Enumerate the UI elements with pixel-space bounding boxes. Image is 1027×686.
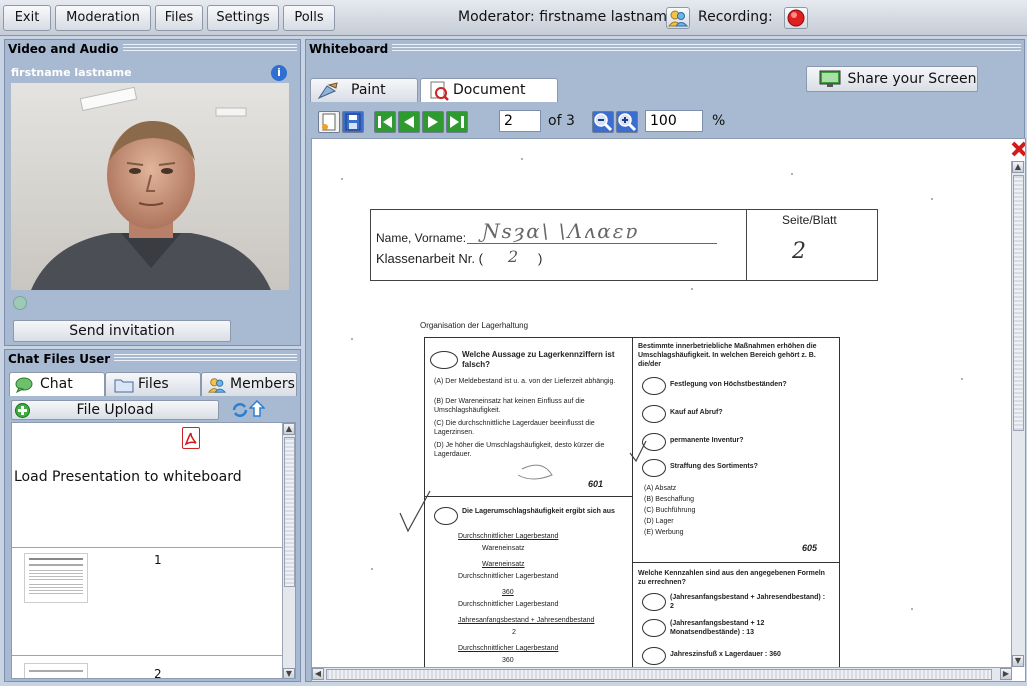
paint-icon — [317, 82, 338, 100]
monitor-icon — [819, 70, 841, 87]
tab-paint[interactable]: Paint — [310, 78, 418, 102]
zoom-out-icon[interactable] — [592, 111, 614, 133]
thumbnail-number: 1 — [154, 553, 162, 567]
chat-panel-title: Chat Files User — [8, 352, 115, 366]
zoom-unit-label: % — [712, 113, 726, 129]
send-invitation-button[interactable]: Send invitation — [13, 320, 231, 342]
slide-thumbnail[interactable] — [24, 663, 88, 678]
tab-chat[interactable]: Chat — [9, 372, 105, 396]
chat-files-user-panel: Chat Files User Chat Files Members File … — [4, 349, 301, 682]
first-page-icon[interactable] — [374, 111, 396, 133]
settings-button[interactable]: Settings — [207, 5, 279, 31]
users-icon[interactable] — [666, 7, 690, 29]
moderation-button[interactable]: Moderation — [55, 5, 151, 31]
video-audio-panel: Video and Audio firstname lastname i Sen… — [4, 39, 301, 346]
pdf-icon — [182, 427, 200, 449]
new-page-icon[interactable] — [318, 111, 340, 133]
close-document-icon[interactable] — [1011, 141, 1025, 157]
add-icon — [15, 403, 30, 418]
video-user-name: firstname lastname — [11, 66, 132, 79]
page-number-input[interactable] — [499, 110, 541, 132]
slide-thumbnail[interactable] — [24, 553, 88, 603]
canvas-vertical-scrollbar[interactable]: ▲ ▼ — [1011, 161, 1025, 667]
info-icon[interactable]: i — [271, 65, 287, 81]
whiteboard-title: Whiteboard — [309, 42, 393, 56]
document-canvas[interactable]: Name, Vorname: Ɲsȝɑ\ \Ʌʌɑɛɐ Klassenarbei… — [311, 138, 1026, 682]
upload-arrow-icon[interactable] — [249, 400, 265, 418]
recording-label: Recording: — [698, 9, 773, 25]
files-menu-button[interactable]: Files — [155, 5, 203, 31]
polls-button[interactable]: Polls — [283, 5, 335, 31]
top-toolbar: Exit Moderation Files Settings Polls Mod… — [0, 0, 1027, 36]
video-panel-title: Video and Audio — [8, 42, 123, 56]
zoom-in-icon[interactable] — [616, 111, 638, 133]
members-icon — [207, 378, 227, 393]
page-total-label: of 3 — [548, 113, 575, 129]
chat-icon — [15, 377, 33, 393]
folder-icon — [114, 379, 134, 393]
load-presentation-link[interactable]: Load Presentation to whiteboard — [14, 469, 242, 485]
webcam-video — [11, 83, 289, 290]
canvas-horizontal-scrollbar[interactable]: ◀ ▶ — [312, 667, 1012, 681]
tab-members[interactable]: Members — [201, 372, 297, 396]
refresh-icon[interactable] — [231, 402, 249, 418]
document-icon — [430, 81, 449, 101]
moderator-label: Moderator: firstname lastname — [458, 9, 676, 25]
next-page-icon[interactable] — [422, 111, 444, 133]
file-upload-button[interactable]: File Upload — [11, 400, 219, 420]
previous-page-icon[interactable] — [398, 111, 420, 133]
tab-document[interactable]: Document — [420, 78, 558, 102]
save-icon[interactable] — [342, 111, 364, 133]
record-icon[interactable] — [784, 7, 808, 29]
share-screen-button[interactable]: Share your Screen — [806, 66, 978, 92]
file-list: Load Presentation to whiteboard 1 2 ▲ ▼ — [11, 422, 296, 679]
tab-files[interactable]: Files — [105, 372, 201, 396]
last-page-icon[interactable] — [446, 111, 468, 133]
file-list-scrollbar[interactable]: ▲ ▼ — [282, 423, 295, 678]
zoom-input[interactable] — [645, 110, 703, 132]
exit-button[interactable]: Exit — [3, 5, 51, 31]
thumbnail-number: 2 — [154, 667, 162, 679]
status-indicator-icon — [13, 296, 27, 310]
